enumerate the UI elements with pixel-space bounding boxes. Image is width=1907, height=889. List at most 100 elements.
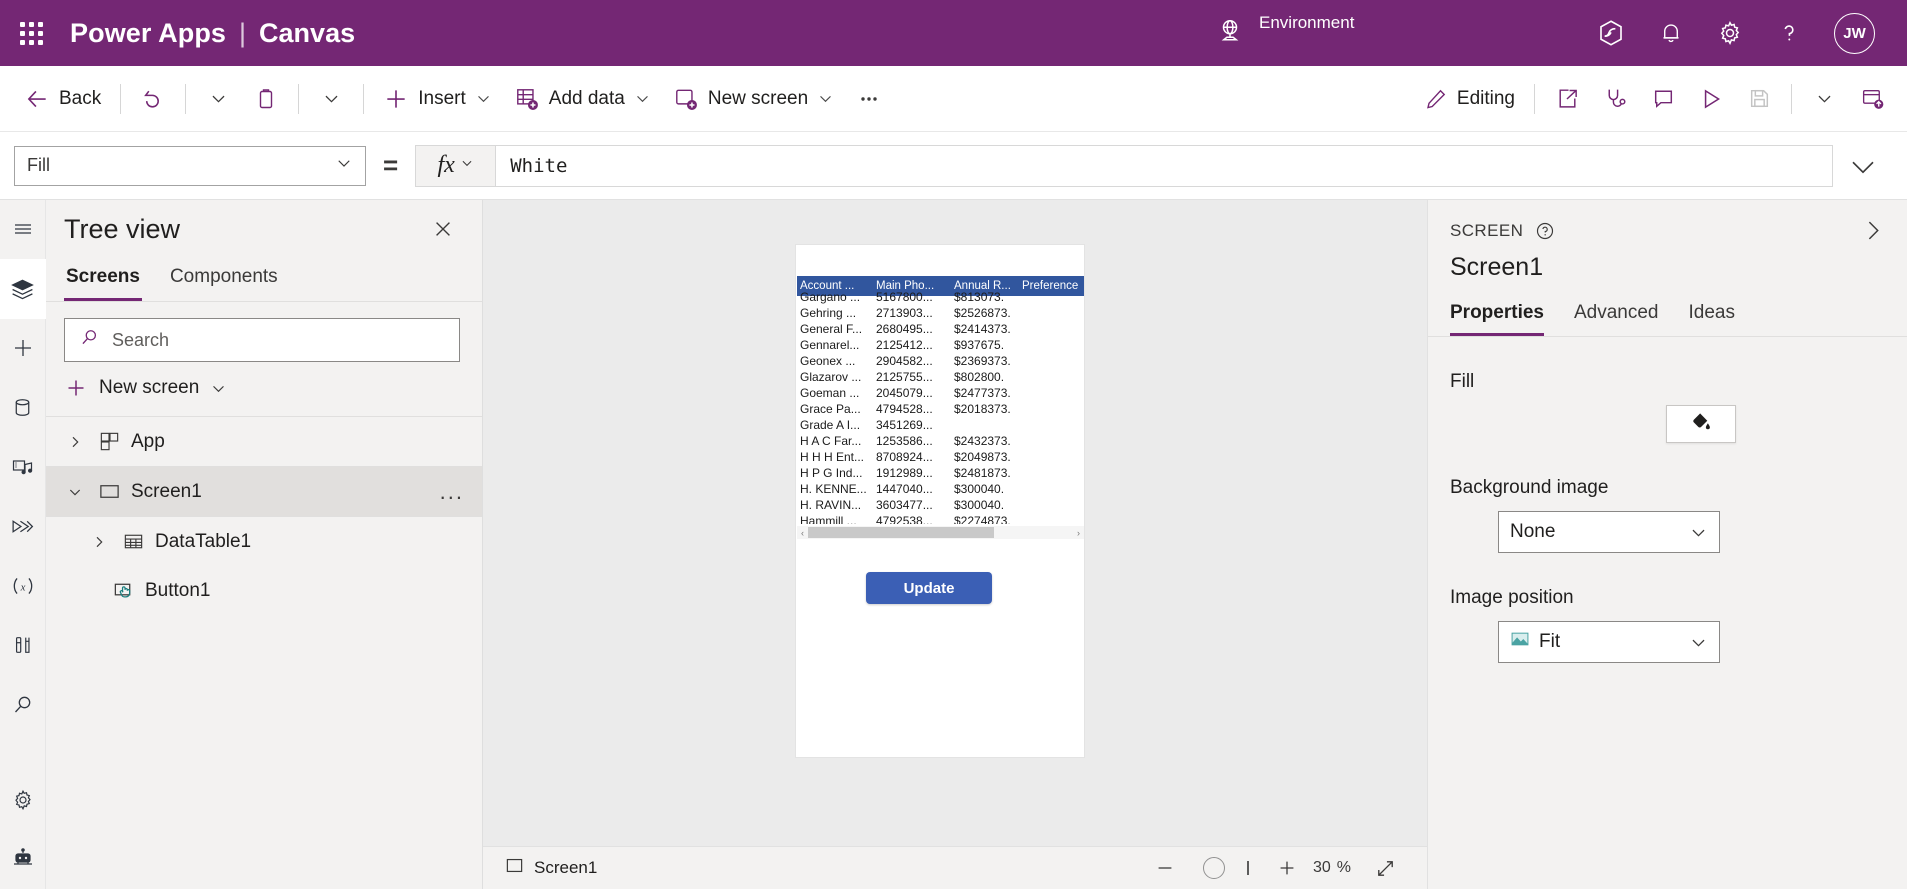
data-table-control[interactable]: Account ... Main Pho... Annual R... Pref… — [797, 276, 1084, 524]
app-launcher-icon[interactable] — [8, 10, 54, 56]
cell-account: Hammill ... — [800, 514, 857, 524]
table-row[interactable]: Geonex ... 2904582... $2369373. — [797, 353, 1084, 369]
new-screen-button[interactable]: New screen — [663, 77, 844, 121]
clipboard-paste-icon[interactable] — [243, 77, 289, 121]
more-horizontal-icon[interactable] — [846, 77, 892, 121]
tree-node-button1[interactable]: Button1 — [46, 566, 482, 615]
table-row[interactable]: Hammill ... 4792538... $2274873. — [797, 513, 1084, 524]
property-select[interactable]: Fill — [14, 145, 366, 186]
tree-node-more-button[interactable]: ... — [440, 480, 464, 503]
table-row[interactable]: H. RAVIN... 3603477... $300040. — [797, 497, 1084, 513]
media-icon[interactable] — [0, 438, 46, 497]
table-row[interactable]: Gennarel... 2125412... $937675. — [797, 337, 1084, 353]
settings-gear-icon[interactable] — [0, 770, 46, 829]
publish-icon[interactable] — [1849, 77, 1895, 121]
zoom-slider[interactable] — [1185, 857, 1267, 879]
environment-picker[interactable]: Environment — [1215, 0, 1354, 66]
app-checker-stethoscope-icon[interactable] — [1592, 77, 1638, 121]
cell-revenue: $2481873. — [954, 466, 1011, 480]
tab-advanced[interactable]: Advanced — [1574, 302, 1659, 336]
avatar[interactable]: JW — [1834, 12, 1875, 54]
table-row[interactable]: H A C Far... 1253586... $2432373. — [797, 433, 1084, 449]
tab-screens[interactable]: Screens — [64, 258, 142, 301]
data-table-horizontal-scrollbar[interactable]: ‹ › — [797, 526, 1084, 539]
undo-icon[interactable] — [130, 77, 176, 121]
update-button[interactable]: Update — [866, 572, 992, 604]
chevron-left-icon[interactable]: ‹ — [797, 528, 808, 538]
insert-button[interactable]: Insert — [373, 77, 502, 121]
insert-plus-icon[interactable] — [0, 319, 46, 378]
zoom-slider-handle[interactable] — [1202, 857, 1225, 879]
app-tools-icon[interactable] — [0, 616, 46, 675]
scrollbar-track[interactable] — [808, 527, 1073, 538]
table-row[interactable]: Glazarov ... 2125755... $802800. — [797, 369, 1084, 385]
tab-ideas[interactable]: Ideas — [1689, 302, 1735, 336]
chevron-right-icon[interactable]: › — [1073, 528, 1084, 538]
brand[interactable]: Power Apps | Canvas — [70, 18, 355, 49]
agent-robot-icon[interactable] — [0, 830, 46, 889]
formula-expand-button[interactable] — [1833, 142, 1893, 190]
background-image-select[interactable]: None — [1498, 511, 1720, 553]
table-row[interactable]: Grade A I... 3451269... — [797, 417, 1084, 433]
close-icon[interactable] — [426, 212, 460, 246]
app-screen-preview[interactable]: Account ... Main Pho... Annual R... Pref… — [796, 245, 1084, 757]
undo-chevron-down-icon[interactable] — [195, 77, 241, 121]
play-preview-icon[interactable] — [1688, 77, 1734, 121]
power-automate-icon[interactable] — [0, 497, 46, 556]
new-screen-button[interactable]: New screen — [46, 362, 482, 416]
search-icon[interactable] — [0, 675, 46, 734]
hamburger-menu-icon[interactable] — [0, 200, 46, 259]
chevron-right-icon[interactable] — [62, 434, 88, 450]
save-chevron-down-icon[interactable] — [1801, 77, 1847, 121]
divider — [1534, 83, 1535, 114]
search-input[interactable]: Search — [64, 318, 460, 362]
new-screen-icon — [673, 86, 699, 112]
cell-phone: 1447040... — [876, 482, 933, 496]
data-cylinder-icon[interactable] — [0, 378, 46, 437]
scrollbar-thumb[interactable] — [808, 527, 994, 538]
help-circle-icon[interactable] — [1535, 221, 1555, 241]
zoom-in-button[interactable] — [1267, 851, 1307, 885]
chevron-down-icon[interactable] — [62, 484, 88, 500]
table-row[interactable]: Goeman ... 2045079... $2477373. — [797, 385, 1084, 401]
tree-node-datatable1[interactable]: DataTable1 — [46, 517, 482, 566]
add-data-button[interactable]: Add data — [504, 77, 661, 121]
editing-mode-button[interactable]: Editing — [1414, 77, 1525, 121]
tree-view-layers-icon[interactable] — [0, 259, 46, 319]
variables-x-icon[interactable]: x — [0, 556, 46, 615]
fit-screen-diagonal-icon[interactable] — [1365, 851, 1405, 885]
cell-phone: 8708924... — [876, 450, 933, 464]
fx-button[interactable]: fx — [415, 144, 496, 187]
tree-node-screen1[interactable]: Screen1 ... — [46, 467, 482, 516]
status-screen-selector[interactable]: Screen1 — [505, 856, 597, 880]
table-row[interactable]: H P G Ind... 1912989... $2481873. — [797, 465, 1084, 481]
tab-properties[interactable]: Properties — [1450, 302, 1544, 336]
back-button[interactable]: Back — [14, 77, 111, 121]
zoom-out-button[interactable] — [1145, 851, 1185, 885]
table-row[interactable]: Gargano ... 5167800... $813073. — [797, 289, 1084, 305]
collapse-panel-button[interactable] — [1860, 218, 1885, 243]
formula-input[interactable]: White — [495, 144, 1833, 187]
tab-components[interactable]: Components — [168, 258, 280, 301]
zoom-slider-tick — [1246, 861, 1249, 875]
tree-node-app[interactable]: App — [46, 417, 482, 466]
settings-gear-icon[interactable] — [1716, 19, 1744, 47]
share-icon[interactable] — [1544, 77, 1590, 121]
table-row[interactable]: General F... 2680495... $2414373. — [797, 321, 1084, 337]
fill-color-picker[interactable] — [1666, 405, 1736, 443]
background-image-value: None — [1510, 521, 1556, 542]
chevron-right-icon[interactable] — [86, 534, 112, 550]
table-row[interactable]: Grace Pa... 4794528... $2018373. — [797, 401, 1084, 417]
help-question-icon[interactable] — [1776, 19, 1802, 47]
table-row[interactable]: H H H Ent... 8708924... $2049873. — [797, 449, 1084, 465]
canvas-area[interactable]: Account ... Main Pho... Annual R... Pref… — [483, 200, 1427, 846]
comment-icon[interactable] — [1640, 77, 1686, 121]
tree-view-header: Tree view — [46, 200, 482, 258]
paste-chevron-down-icon[interactable] — [308, 77, 354, 121]
table-row[interactable]: H. KENNE... 1447040... $300040. — [797, 481, 1084, 497]
image-position-select[interactable]: Fit — [1498, 621, 1720, 663]
property-name: Fill — [27, 155, 50, 175]
table-row[interactable]: Gehring ... 2713903... $2526873. — [797, 305, 1084, 321]
notifications-bell-icon[interactable] — [1658, 19, 1684, 47]
copilot-icon[interactable] — [1596, 18, 1626, 48]
